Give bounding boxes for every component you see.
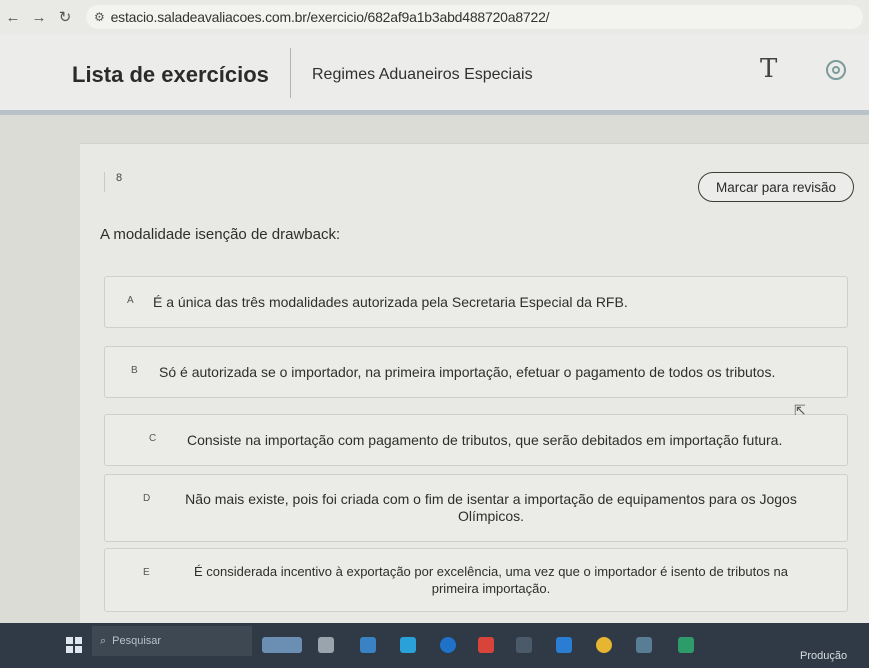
header-divider bbox=[290, 48, 291, 98]
mark-review-button[interactable]: Marcar para revisão bbox=[698, 172, 854, 202]
app-icon-2[interactable] bbox=[678, 637, 694, 653]
alternative-text: Consiste na importação com pagamento de … bbox=[187, 431, 783, 448]
url-text: estacio.saladeavaliacoes.com.br/exercici… bbox=[110, 9, 550, 25]
alternative-a[interactable]: A É a única das três modalidades autoriz… bbox=[104, 276, 848, 328]
arrow-left-icon[interactable]: ← bbox=[0, 9, 26, 26]
app-icon[interactable] bbox=[636, 637, 652, 653]
status-text: Produção bbox=[800, 650, 848, 662]
file-explorer-icon[interactable] bbox=[360, 637, 376, 653]
alternative-text: Só é autorizada se o importador, na prim… bbox=[159, 363, 776, 380]
browser-toolbar: ← → ↻ ⚙ estacio.saladeavaliacoes.com.br/… bbox=[0, 0, 869, 35]
search-icon: ⌕ bbox=[100, 634, 107, 647]
alternative-letter: C bbox=[149, 433, 157, 444]
site-settings-icon[interactable]: ⚙ bbox=[94, 10, 105, 24]
browser-icon[interactable] bbox=[440, 637, 456, 653]
os-taskbar: ⌕ Pesquisar Produção bbox=[0, 623, 869, 668]
alternative-text: Não mais existe, pois foi criada com o f… bbox=[185, 491, 797, 524]
task-view-icon[interactable] bbox=[318, 637, 334, 653]
calculator-icon[interactable] bbox=[516, 637, 532, 653]
alternative-d[interactable]: D Não mais existe, pois foi criada com o… bbox=[104, 474, 848, 542]
news-widget-icon[interactable] bbox=[262, 637, 302, 653]
windows-start-icon[interactable] bbox=[66, 637, 82, 653]
alternative-e[interactable]: E É considerada incentivo à exportação p… bbox=[104, 548, 848, 612]
taskbar-search-text: Pesquisar bbox=[112, 635, 162, 647]
alternative-letter: A bbox=[127, 295, 134, 306]
alternative-letter: D bbox=[143, 493, 151, 504]
chrome-icon[interactable] bbox=[596, 637, 612, 653]
arrow-right-icon[interactable]: → bbox=[26, 9, 52, 26]
outlook-icon[interactable] bbox=[556, 637, 572, 653]
page-title: Lista de exercícios bbox=[72, 62, 269, 87]
font-size-icon[interactable]: T bbox=[760, 54, 777, 84]
question-statement: A modalidade isenção de drawback: bbox=[100, 226, 341, 243]
address-bar[interactable]: ⚙ estacio.saladeavaliacoes.com.br/exerci… bbox=[86, 5, 863, 29]
alternative-b[interactable]: B Só é autorizada se o importador, na pr… bbox=[104, 346, 848, 398]
question-number: 8 bbox=[104, 172, 133, 192]
subject-title: Regimes Aduaneiros Especiais bbox=[312, 66, 533, 83]
alternative-letter: E bbox=[143, 567, 150, 578]
media-icon[interactable] bbox=[478, 637, 494, 653]
alternative-letter: B bbox=[131, 365, 138, 376]
alternative-text: É considerada incentivo à exportação por… bbox=[193, 564, 789, 596]
alternative-c[interactable]: C Consiste na importação com pagamento d… bbox=[104, 414, 848, 466]
taskbar-search[interactable]: ⌕ Pesquisar bbox=[92, 626, 252, 656]
mouse-cursor-icon: ⇱ bbox=[794, 402, 806, 418]
question-card: 8 Marcar para revisão A modalidade isenç… bbox=[80, 143, 869, 624]
app-header: Lista de exercícios Regimes Aduaneiros E… bbox=[0, 34, 869, 115]
alternative-text: É a única das três modalidades autorizad… bbox=[153, 293, 628, 310]
edge-icon[interactable] bbox=[400, 637, 416, 653]
reload-icon[interactable]: ↻ bbox=[52, 8, 78, 26]
target-icon[interactable] bbox=[826, 60, 846, 80]
